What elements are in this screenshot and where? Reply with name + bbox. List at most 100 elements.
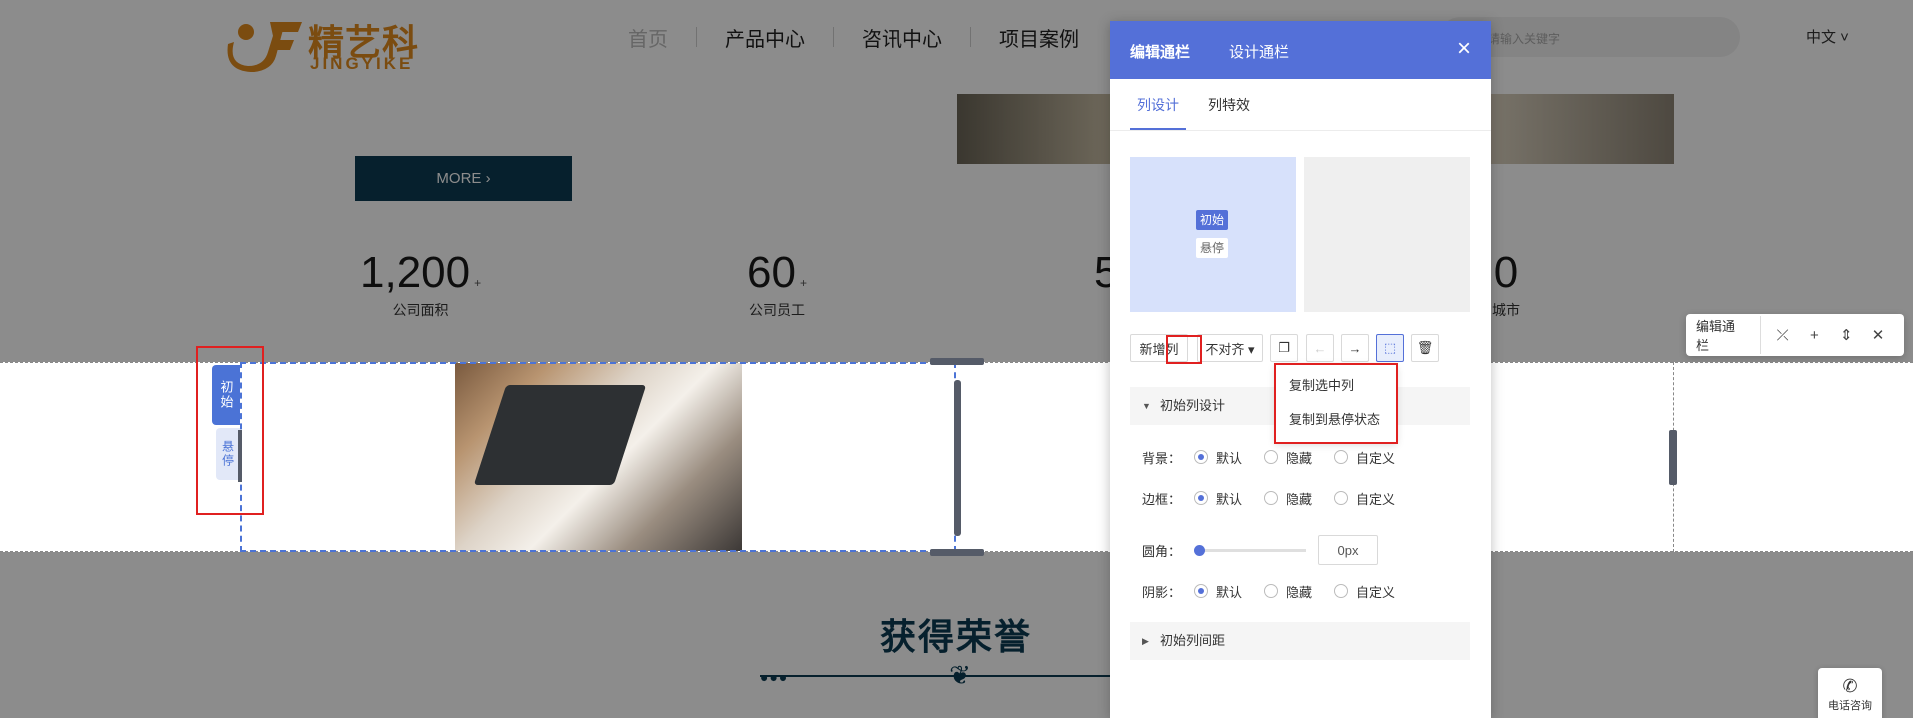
tab-column-effect[interactable]: 列特效 [1208, 95, 1250, 115]
site-logo[interactable]: 精艺科 JINGYIKE [224, 12, 424, 74]
preview-hover-badge[interactable]: 悬停 [1196, 238, 1228, 258]
site-header: 精艺科 JINGYIKE 首页 产品中心 咨讯中心 项目案例 请输入关键字 中文… [0, 0, 1913, 94]
stat-label: 城市 [1492, 302, 1520, 318]
radio-circle [1194, 491, 1208, 505]
nav-products[interactable]: 产品中心 [697, 23, 833, 52]
radio-label: 自定义 [1356, 450, 1396, 466]
stat-label: 公司面积 [392, 302, 449, 318]
close-icon[interactable]: ✕ [1862, 326, 1894, 344]
column-bottom-handle[interactable] [930, 549, 984, 556]
phone-icon: ✆ [1842, 676, 1858, 696]
radio-label: 隐藏 [1286, 491, 1313, 507]
stat-cities: 0 城市 [1492, 248, 1520, 320]
radio-hidden[interactable]: 隐藏 [1264, 582, 1312, 601]
main-nav: 首页 产品中心 咨讯中心 项目案例 [600, 20, 1107, 54]
radio-label: 默认 [1216, 584, 1243, 600]
nav-home[interactable]: 首页 [600, 23, 696, 52]
prop-shadow: 阴影： 默认 隐藏 自定义 [1142, 581, 1472, 601]
stat-number: 0 [1493, 248, 1519, 297]
arrow-left-icon[interactable]: ← [1306, 334, 1334, 362]
radio-label: 默认 [1216, 450, 1243, 466]
stat-staff: 60 + 公司员工 [747, 248, 807, 320]
caret-down-icon: ▼ [1142, 401, 1151, 411]
prop-border: 边框： 默认 隐藏 自定义 [1142, 488, 1472, 508]
selected-column[interactable] [240, 362, 956, 552]
close-icon[interactable]: × [1457, 35, 1471, 63]
arrow-right-icon[interactable]: → [1341, 334, 1369, 362]
prop-label: 阴影： [1142, 584, 1182, 600]
radio-custom[interactable]: 自定义 [1334, 489, 1395, 508]
radio-circle [1264, 491, 1279, 505]
column-top-handle[interactable] [930, 358, 984, 365]
radio-label: 自定义 [1356, 584, 1396, 600]
prop-radius: 圆角： 0px [1142, 534, 1472, 566]
column-resize-handle[interactable] [954, 380, 961, 536]
tab-design-row[interactable]: 设计通栏 [1229, 41, 1289, 62]
stat-label: 公司员工 [748, 302, 805, 318]
radio-circle [1264, 584, 1279, 598]
radio-default[interactable]: 默认 [1194, 448, 1242, 467]
stat-number: 60 [747, 248, 796, 297]
radio-label: 隐藏 [1286, 450, 1313, 466]
logo-text-en: JINGYIKE [310, 54, 414, 73]
prop-label: 圆角： [1142, 543, 1182, 559]
more-button[interactable]: MORE › [355, 156, 572, 201]
honor-title: 获得荣誉 [880, 616, 1033, 657]
plus-icon[interactable]: + [1799, 327, 1831, 344]
radius-slider[interactable] [1194, 544, 1306, 556]
radio-circle [1264, 450, 1279, 464]
active-tab-underline [1130, 128, 1186, 130]
highlight-box [196, 346, 264, 515]
radio-circle [1194, 584, 1208, 598]
copy-highlight-box [1166, 335, 1202, 364]
column-preview-other[interactable] [1304, 157, 1470, 312]
stat-plus: + [474, 276, 482, 290]
trash-icon[interactable]: 🗑 [1411, 334, 1439, 362]
radio-label: 隐藏 [1286, 584, 1313, 600]
radio-label: 默认 [1216, 491, 1243, 507]
section-initial-column-spacing[interactable]: ▶ 初始列间距 [1130, 622, 1470, 660]
row-resize-handle[interactable] [1669, 430, 1677, 485]
language-select[interactable]: 中文 ˅ [1806, 26, 1849, 47]
stat-number: 1,200 [360, 248, 471, 297]
flourish-icon: ❦ [949, 660, 971, 690]
prop-label: 背景： [1142, 450, 1182, 466]
phone-label: 电话咨询 [1828, 700, 1872, 712]
stat-area: 1,200 + 公司面积 [360, 248, 481, 320]
nav-news[interactable]: 咨讯中心 [834, 23, 970, 52]
radio-hidden[interactable]: 隐藏 [1264, 489, 1312, 508]
radio-circle [1334, 450, 1349, 464]
slider-knob[interactable] [1194, 544, 1205, 556]
radio-custom[interactable]: 自定义 [1334, 582, 1395, 601]
radius-input[interactable]: 0px [1318, 535, 1378, 565]
row-float-toolbar: 编辑通栏 ⤫ + ⇕ ✕ [1686, 314, 1904, 356]
prop-background: 背景： 默认 隐藏 自定义 [1142, 447, 1472, 467]
nav-cases[interactable]: 项目案例 [971, 23, 1107, 52]
unlink-icon[interactable]: ⤫ [1767, 327, 1799, 344]
tab-column-design[interactable]: 列设计 [1137, 95, 1179, 115]
search-placeholder: 请输入关键字 [1488, 32, 1561, 46]
section-label: 初始列间距 [1160, 633, 1226, 648]
tab-edit-row[interactable]: 编辑通栏 [1130, 41, 1190, 62]
float-edit-label[interactable]: 编辑通栏 [1696, 316, 1761, 354]
sub-tabs: 列设计 列特效 [1110, 79, 1491, 131]
move-updown-icon[interactable]: ⇕ [1830, 326, 1862, 344]
radio-custom[interactable]: 自定义 [1334, 448, 1395, 467]
select-icon[interactable]: ⬚ [1376, 334, 1404, 362]
radio-default[interactable]: 默认 [1194, 489, 1242, 508]
caret-right-icon: ▶ [1142, 636, 1149, 646]
prop-label: 边框： [1142, 491, 1182, 507]
copy-icon[interactable]: ❐ [1270, 334, 1298, 362]
radio-default[interactable]: 默认 [1194, 582, 1242, 601]
column-preview-selected[interactable]: 初始 悬停 [1130, 157, 1296, 312]
preview-initial-badge[interactable]: 初始 [1196, 210, 1228, 230]
radio-circle [1194, 450, 1208, 464]
panel-header: 编辑通栏 设计通栏 × [1110, 21, 1491, 79]
ornament-dots: ●●● [760, 669, 789, 685]
radio-circle [1334, 584, 1349, 598]
phone-consult[interactable]: ✆ 电话咨询 [1818, 668, 1882, 718]
radio-hidden[interactable]: 隐藏 [1264, 448, 1312, 467]
logo-mark-icon [227, 22, 302, 72]
section-label: 初始列设计 [1160, 398, 1226, 413]
align-select[interactable]: 不对齐 ▾ [1197, 334, 1263, 362]
